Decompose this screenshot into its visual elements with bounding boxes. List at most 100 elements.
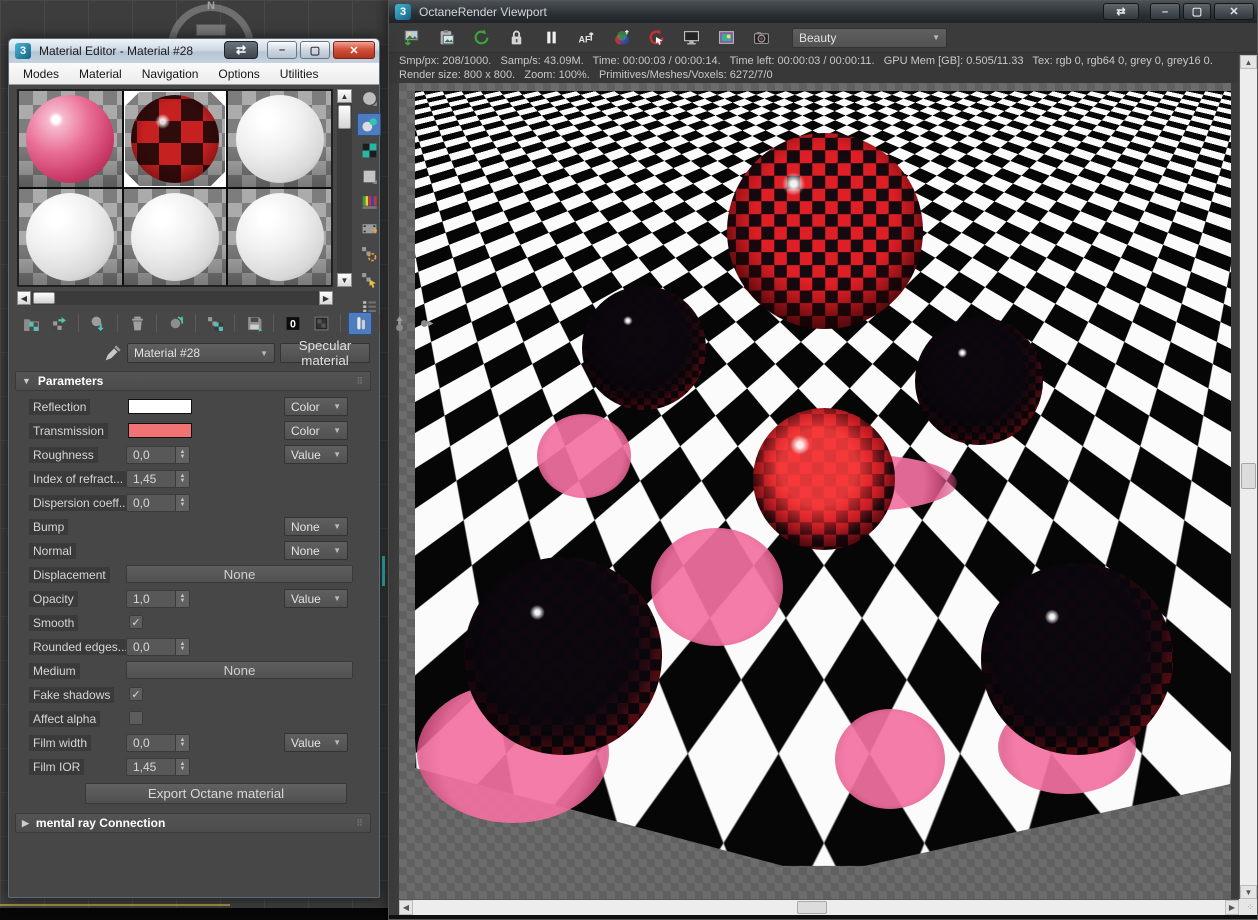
resize-grip[interactable]: ⁘ [1246,902,1255,913]
spinner-arrows[interactable]: ▲ ▼ [175,495,189,511]
save-image-icon[interactable] [401,28,421,48]
map-slot-button[interactable]: None [126,661,353,679]
parameters-rollout-header[interactable]: ▼ Parameters ⠿ [15,371,371,391]
samples-horizontal-scrollbar[interactable]: ◀ ▶ [17,291,333,305]
make-material-copy-icon[interactable] [164,312,188,335]
put-to-library-icon[interactable] [242,312,266,335]
background-icon[interactable] [357,139,381,162]
value-spinner[interactable]: 0,0 ▲ ▼ [126,494,190,512]
editor-minimize-button[interactable]: – [267,41,297,59]
pause-render-icon[interactable] [541,28,561,48]
put-material-to-scene-icon[interactable] [47,312,71,335]
show-end-result-icon[interactable] [348,311,372,335]
octane-horizontal-scrollbar[interactable]: ◀ ▶ [399,899,1239,915]
mode-dropdown[interactable]: Value ▼ [284,589,348,608]
reset-material-icon[interactable] [125,312,149,335]
material-sample-slot-6[interactable] [228,189,331,285]
sample-type-icon[interactable] [357,87,381,110]
vertical-scroll-thumb[interactable] [338,105,351,129]
menu-modes[interactable]: Modes [13,65,69,83]
scroll-right-arrow[interactable]: ▶ [319,291,333,305]
lock-resolution-icon[interactable] [506,28,526,48]
render-pass-dropdown[interactable]: Beauty ▼ [792,27,947,48]
sample-uv-tiling-icon[interactable] [357,165,381,188]
editor-maximize-button[interactable]: ▢ [300,41,330,59]
camera-icon[interactable] [751,28,771,48]
menu-navigation[interactable]: Navigation [132,65,209,83]
viewport-render-icon[interactable] [681,28,701,48]
color-swatch[interactable] [128,423,192,438]
editor-swap-button[interactable]: ⇄ [224,41,258,59]
scroll-left-arrow[interactable]: ◀ [399,900,413,915]
get-material-icon[interactable] [19,312,43,335]
material-sample-slot-4[interactable] [19,189,122,285]
spinner-arrows[interactable]: ▲ ▼ [175,591,189,607]
material-sample-slot-5[interactable] [123,189,227,285]
checkbox-unchecked[interactable] [129,711,143,725]
spinner-arrows[interactable]: ▲ ▼ [175,447,189,463]
mode-dropdown[interactable]: Color ▼ [284,397,348,416]
mode-dropdown[interactable]: None ▼ [284,517,348,536]
value-spinner[interactable]: 1,0 ▲ ▼ [126,590,190,608]
material-type-button[interactable]: Specular material [280,338,370,368]
color-swatch[interactable] [128,399,192,414]
go-to-parent-icon[interactable] [387,312,411,335]
octane-vertical-scrollbar[interactable]: ▲ ▼ [1239,55,1257,899]
video-color-check-icon[interactable] [357,191,381,214]
horizontal-scroll-thumb[interactable] [33,292,55,304]
spinner-arrows[interactable]: ▲ ▼ [175,639,189,655]
export-octane-material-button[interactable]: Export Octane material [85,783,347,804]
value-spinner[interactable]: 1,45 ▲ ▼ [126,470,190,488]
material-sample-slot-1[interactable] [19,91,122,187]
spinner-arrows[interactable]: ▲ ▼ [175,759,189,775]
material-sample-slot-2[interactable] [123,91,227,187]
scroll-up-arrow[interactable]: ▲ [337,89,352,103]
octane-close-button[interactable]: ✕ [1214,3,1254,20]
mode-dropdown[interactable]: Value ▼ [284,733,348,752]
show-shaded-material-in-viewport-icon[interactable] [309,312,333,335]
white-balance-picker-icon[interactable] [611,28,631,48]
horizontal-scroll-thumb[interactable] [797,901,827,914]
menu-options[interactable]: Options [208,65,269,83]
spinner-arrows[interactable]: ▲ ▼ [175,471,189,487]
editor-close-button[interactable]: ✕ [333,41,375,59]
octane-swap-button[interactable]: ⇄ [1103,3,1139,20]
scroll-up-arrow[interactable]: ▲ [1240,55,1257,69]
assign-material-to-selection-icon[interactable] [86,312,110,335]
scroll-left-arrow[interactable]: ◀ [17,291,31,305]
value-spinner[interactable]: 0,0 ▲ ▼ [126,734,190,752]
mode-dropdown[interactable]: Value ▼ [284,445,348,464]
value-spinner[interactable]: 1,45 ▲ ▼ [126,758,190,776]
octane-maximize-button[interactable]: ▢ [1183,3,1211,20]
refresh-render-icon[interactable] [471,28,491,48]
material-name-dropdown[interactable]: Material #28 ▼ [127,343,275,363]
spinner-arrows[interactable]: ▲ ▼ [175,735,189,751]
menu-material[interactable]: Material [69,65,132,83]
mode-dropdown[interactable]: None ▼ [284,541,348,560]
make-preview-icon[interactable] [357,217,381,240]
pick-material-eyedropper-icon[interactable] [101,343,123,363]
value-spinner[interactable]: 0,0 ▲ ▼ [126,638,190,656]
mental-ray-rollout-header[interactable]: ▶ mental ray Connection ⠿ [15,813,371,833]
map-slot-button[interactable]: None [126,565,353,583]
render-target-icon[interactable] [716,28,736,48]
checkbox-checked[interactable]: ✓ [129,615,143,629]
autofocus-icon[interactable]: AF [576,28,596,48]
menu-utilities[interactable]: Utilities [270,65,329,83]
scroll-down-arrow[interactable]: ▼ [337,273,352,287]
material-editor-options-icon[interactable] [357,243,381,266]
backlight-icon[interactable] [357,113,381,136]
make-unique-icon[interactable] [203,312,227,335]
select-by-material-icon[interactable] [357,269,381,292]
vertical-scroll-thumb[interactable] [1241,463,1256,489]
restart-render-icon[interactable] [646,28,666,48]
octane-render-canvas[interactable] [399,83,1231,901]
samples-vertical-scrollbar[interactable]: ▲ ▼ [337,89,352,287]
scroll-right-arrow[interactable]: ▶ [1225,900,1239,915]
value-spinner[interactable]: 0,0 ▲ ▼ [126,446,190,464]
mode-dropdown[interactable]: Color ▼ [284,421,348,440]
material-sample-slot-3[interactable] [228,91,331,187]
octane-minimize-button[interactable]: – [1150,3,1180,20]
material-id-channel-icon[interactable]: 0 [281,312,305,335]
checkbox-checked[interactable]: ✓ [129,687,143,701]
